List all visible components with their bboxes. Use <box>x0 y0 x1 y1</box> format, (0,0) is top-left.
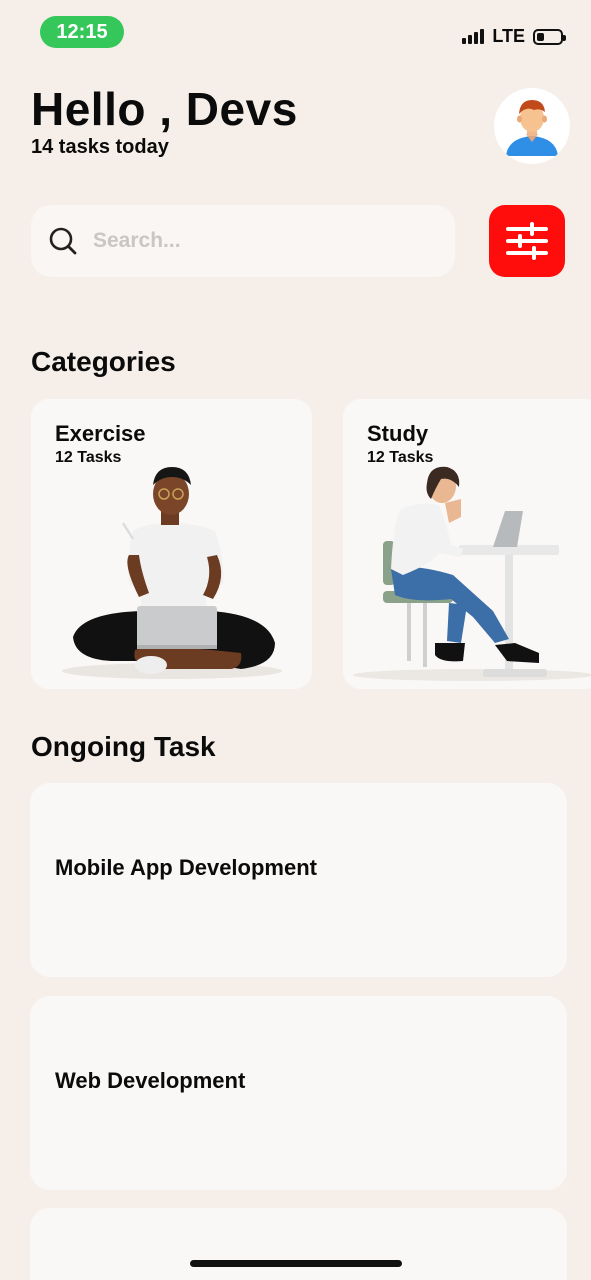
tasks-today-count: 14 tasks today <box>31 136 169 158</box>
search-icon <box>49 227 77 255</box>
signal-icon <box>462 29 485 44</box>
task-card[interactable]: Web Development <box>30 996 567 1190</box>
category-count: 12 Tasks <box>367 449 434 466</box>
category-card-study[interactable]: Study 12 Tasks <box>343 399 591 689</box>
battery-icon <box>533 28 566 45</box>
ongoing-task-title: Ongoing Task <box>31 731 216 762</box>
search-bar[interactable] <box>31 205 455 277</box>
task-card[interactable]: Mobile App Development <box>30 783 567 977</box>
category-title: Exercise <box>55 421 146 446</box>
task-title: Web Development <box>55 1068 246 1093</box>
home-indicator[interactable] <box>190 1260 402 1267</box>
category-title: Study <box>367 421 429 446</box>
user-avatar-icon <box>506 100 558 156</box>
network-type: LTE <box>492 26 525 46</box>
category-count: 12 Tasks <box>55 449 122 466</box>
task-card[interactable] <box>30 1208 567 1280</box>
task-title: Mobile App Development <box>55 855 317 880</box>
categories-title: Categories <box>31 346 176 377</box>
status-time: 12:15 <box>40 16 124 48</box>
page-title: Hello , Devs <box>31 83 298 135</box>
search-input[interactable] <box>91 228 415 254</box>
status-bar-right: LTE <box>462 26 566 47</box>
filter-button[interactable] <box>489 205 565 277</box>
avatar[interactable] <box>494 88 570 164</box>
category-card-exercise[interactable]: Exercise 12 Tasks <box>31 399 312 689</box>
sliders-icon <box>506 222 548 260</box>
